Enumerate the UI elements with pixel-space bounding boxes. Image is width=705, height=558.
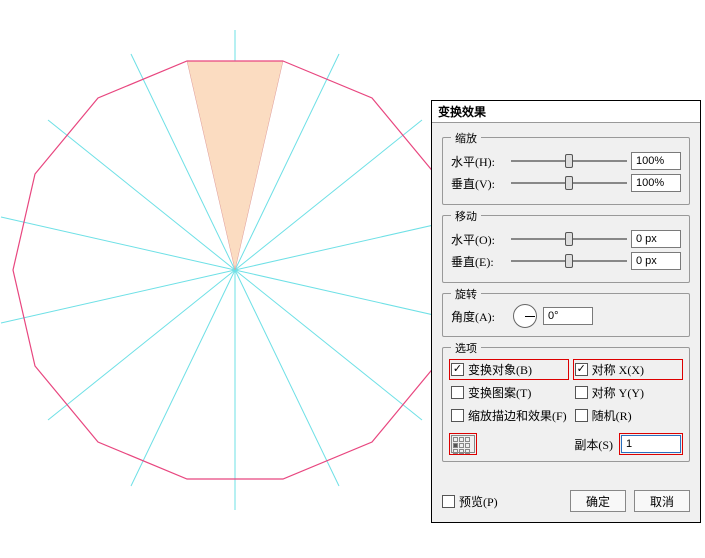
move-v-label: 垂直(E): [451, 253, 507, 270]
canvas-illustration [0, 0, 450, 554]
options-legend: 选项 [451, 340, 481, 356]
scale-v-input[interactable] [631, 174, 681, 192]
scale-group: 缩放 水平(H): 垂直(V): [442, 137, 690, 205]
move-group: 移动 水平(O): 垂直(E): [442, 215, 690, 283]
transform-effect-dialog: 变换效果 缩放 水平(H): 垂直(V): 移动 [431, 100, 701, 523]
scale-strokes-checkbox[interactable]: 缩放描边和效果(F) [451, 407, 567, 424]
scale-h-label: 水平(H): [451, 153, 507, 170]
random-checkbox[interactable]: 随机(R) [575, 407, 681, 424]
reference-point-icon[interactable] [451, 435, 475, 453]
rotate-group: 旋转 角度(A): [442, 293, 690, 337]
ok-button[interactable]: 确定 [570, 490, 626, 512]
cancel-button[interactable]: 取消 [634, 490, 690, 512]
scale-strokes-label: 缩放描边和效果(F) [468, 407, 567, 424]
rotate-legend: 旋转 [451, 286, 481, 302]
rotate-input[interactable] [543, 307, 593, 325]
copies-input[interactable] [621, 435, 681, 453]
reflect-y-label: 对称 Y(Y) [592, 384, 644, 401]
random-label: 随机(R) [592, 407, 632, 424]
angle-dial-icon[interactable] [513, 304, 537, 328]
scale-v-label: 垂直(V): [451, 175, 507, 192]
transform-objects-label: 变换对象(B) [468, 361, 532, 378]
move-h-input[interactable] [631, 230, 681, 248]
preview-label: 预览(P) [459, 493, 498, 510]
move-legend: 移动 [451, 208, 481, 224]
transform-objects-checkbox[interactable]: ✓ 变换对象(B) [451, 361, 567, 378]
scale-h-input[interactable] [631, 152, 681, 170]
scale-v-slider[interactable] [511, 174, 627, 192]
move-v-input[interactable] [631, 252, 681, 270]
reflect-x-label: 对称 X(X) [592, 361, 644, 378]
options-group: 选项 ✓ 变换对象(B) ✓ 对称 X(X) 变换图案(T) 对称 Y(Y) [442, 347, 690, 462]
move-v-slider[interactable] [511, 252, 627, 270]
dialog-title: 变换效果 [438, 103, 486, 120]
reflect-y-checkbox[interactable]: 对称 Y(Y) [575, 384, 681, 401]
transform-patterns-checkbox[interactable]: 变换图案(T) [451, 384, 567, 401]
dialog-title-bar: 变换效果 [432, 101, 700, 123]
scale-h-slider[interactable] [511, 152, 627, 170]
copies-label: 副本(S) [574, 436, 613, 453]
transform-patterns-label: 变换图案(T) [468, 384, 531, 401]
reflect-x-checkbox[interactable]: ✓ 对称 X(X) [575, 361, 681, 378]
move-h-label: 水平(O): [451, 231, 507, 248]
move-h-slider[interactable] [511, 230, 627, 248]
scale-legend: 缩放 [451, 130, 481, 146]
preview-checkbox[interactable]: 预览(P) [442, 493, 498, 510]
rotate-label: 角度(A): [451, 308, 507, 325]
